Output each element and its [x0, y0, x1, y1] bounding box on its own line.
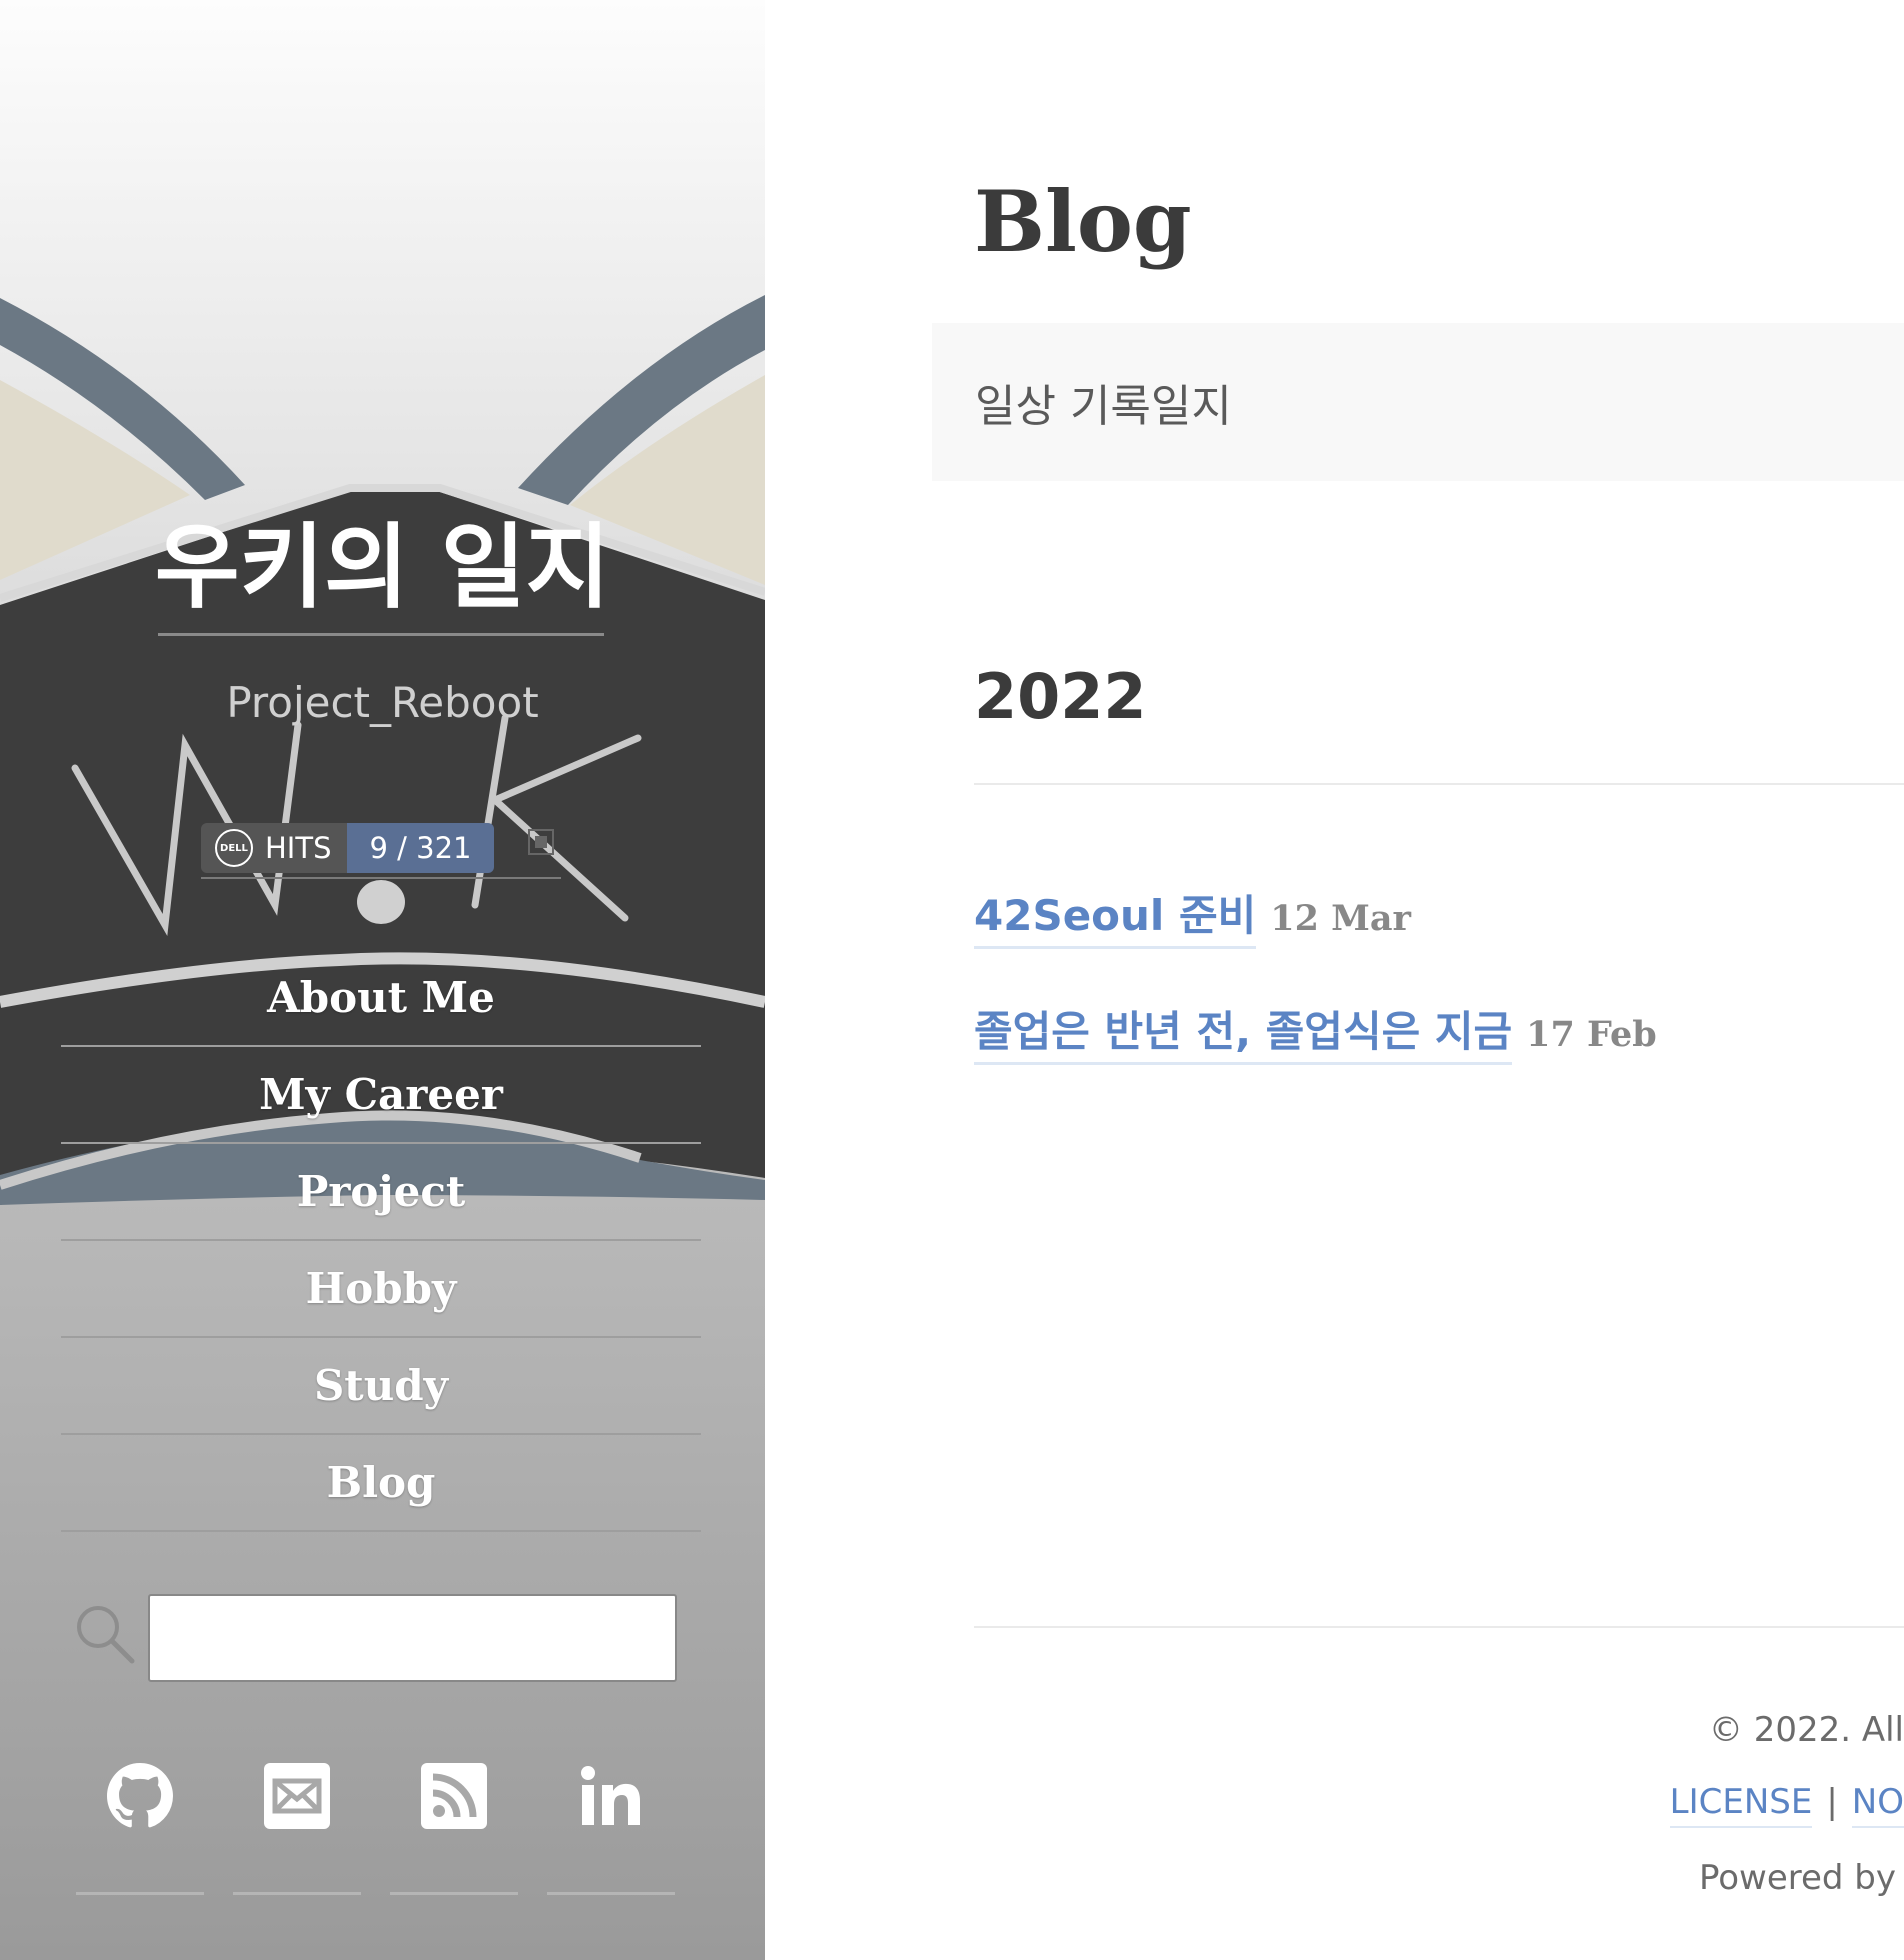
- title-underline: [158, 633, 604, 636]
- dell-logo-icon: DELL: [215, 829, 253, 867]
- year-divider: [974, 783, 1904, 785]
- hits-underline: [201, 877, 561, 879]
- rss-icon: [421, 1763, 487, 1829]
- hits-value: 9 / 321: [347, 823, 494, 873]
- linkedin-link[interactable]: [547, 1760, 675, 1832]
- github-link[interactable]: [76, 1760, 204, 1832]
- nav-item-label: My Career: [259, 1070, 503, 1119]
- post-link[interactable]: 42Seoul 준비: [974, 891, 1257, 949]
- site-subtitle: Project_Reboot: [226, 678, 539, 727]
- sidebar-nav: About Me My Career Project Hobby Study B…: [61, 950, 701, 1532]
- broken-image-icon: [528, 829, 554, 855]
- notice-link[interactable]: NO: [1851, 1782, 1904, 1828]
- sidebar: 우키의 일지 Project_Reboot DELL HITS 9 / 321 …: [0, 0, 765, 1960]
- nav-item-label: About Me: [267, 973, 495, 1022]
- search-input[interactable]: [148, 1594, 677, 1682]
- page-description: 일상 기록일지: [932, 323, 1904, 481]
- nav-item-label: Project: [296, 1167, 466, 1216]
- github-icon: [107, 1763, 173, 1828]
- page-title: Blog: [974, 172, 1192, 271]
- post-date: 17 Feb: [1526, 1014, 1657, 1055]
- post-list-item: 졸업은 반년 전, 졸업식은 지금 17 Feb: [974, 998, 1657, 1065]
- nav-item-blog[interactable]: Blog: [61, 1435, 701, 1532]
- year-heading: 2022: [974, 660, 1147, 733]
- copyright-text: © 2022. All: [1708, 1710, 1904, 1750]
- nav-item-label: Blog: [326, 1458, 436, 1507]
- search-icon[interactable]: [74, 1603, 136, 1665]
- license-link[interactable]: LICENSE: [1669, 1782, 1813, 1828]
- site-title[interactable]: 우키의 일지: [0, 508, 765, 628]
- social-underline: [547, 1892, 675, 1895]
- nav-item-label: Hobby: [305, 1264, 457, 1313]
- hits-label-section: DELL HITS: [201, 823, 348, 873]
- rss-link[interactable]: [390, 1760, 518, 1832]
- linkedin-icon: [581, 1766, 640, 1825]
- nav-item-label: Study: [313, 1361, 449, 1410]
- hits-counter-badge[interactable]: DELL HITS 9 / 321: [201, 823, 494, 873]
- footer-separator: |: [1826, 1782, 1838, 1822]
- mail-icon: [264, 1763, 330, 1829]
- post-link[interactable]: 졸업은 반년 전, 졸업식은 지금: [974, 1007, 1513, 1065]
- social-underline: [390, 1892, 518, 1895]
- nav-item-study[interactable]: Study: [61, 1338, 701, 1435]
- post-list-item: 42Seoul 준비 12 Mar: [974, 882, 1412, 949]
- email-link[interactable]: [233, 1760, 361, 1832]
- nav-item-project[interactable]: Project: [61, 1144, 701, 1241]
- powered-by-text: Powered by: [1698, 1858, 1896, 1898]
- footer-links: LICENSE | NO: [1669, 1782, 1904, 1828]
- nav-item-about-me[interactable]: About Me: [61, 950, 701, 1047]
- nav-item-my-career[interactable]: My Career: [61, 1047, 701, 1144]
- hits-label: HITS: [265, 831, 332, 865]
- social-underline: [233, 1892, 361, 1895]
- social-underline: [76, 1892, 204, 1895]
- post-date: 12 Mar: [1270, 898, 1412, 939]
- footer-divider: [974, 1626, 1904, 1628]
- nav-item-hobby[interactable]: Hobby: [61, 1241, 701, 1338]
